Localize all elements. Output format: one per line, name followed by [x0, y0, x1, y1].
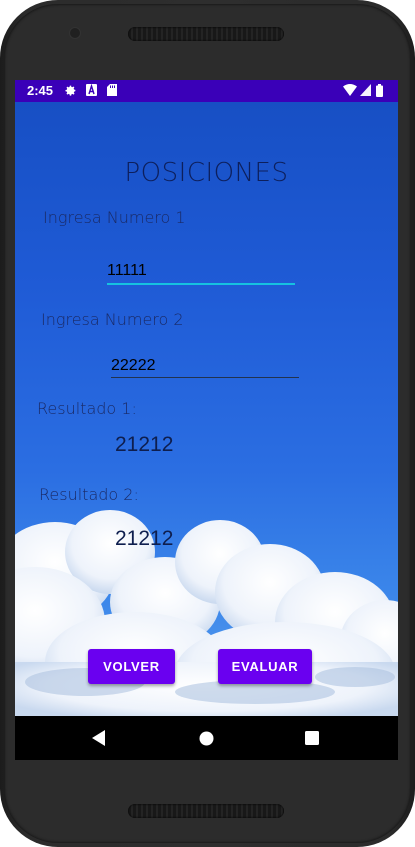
number1-input[interactable]: [107, 262, 295, 280]
back-icon[interactable]: [87, 726, 111, 750]
navigation-bar: [15, 716, 398, 760]
number1-underline: [107, 283, 295, 285]
top-speaker: [128, 27, 284, 41]
result2-label: Resultado 2:: [39, 485, 139, 504]
recents-icon[interactable]: [300, 726, 324, 750]
home-icon[interactable]: [194, 726, 218, 750]
result1-label: Resultado 1:: [37, 399, 137, 418]
number2-underline: [111, 377, 299, 378]
app-content: POSICIONES Ingresa Numero 1 Ingresa Nume…: [15, 102, 398, 716]
field1-label: Ingresa Numero 1: [43, 208, 186, 227]
page-title: POSICIONES: [124, 158, 289, 188]
sd-card-icon: [107, 84, 117, 99]
font-a-icon: [86, 83, 97, 99]
signal-icon: [360, 84, 371, 99]
result2-value: 21212: [115, 527, 174, 550]
bottom-speaker: [128, 804, 284, 818]
front-camera: [70, 28, 80, 38]
status-bar: 2:45: [15, 80, 398, 102]
number1-field[interactable]: [107, 260, 295, 285]
number2-field[interactable]: [111, 355, 299, 378]
result1-value: 21212: [115, 433, 174, 456]
evaluate-button[interactable]: EVALUAR: [218, 649, 312, 684]
phone-frame: 2:45 POSICIONES Ingresa Numero 1 11111 I…: [0, 0, 415, 847]
status-time: 2:45: [27, 83, 54, 98]
device-screen: 2:45 POSICIONES Ingresa Numero 1 11111 I…: [15, 80, 398, 760]
wifi-icon: [343, 84, 357, 99]
gear-icon: [64, 84, 77, 100]
back-button[interactable]: VOLVER: [88, 649, 175, 684]
field2-label: Ingresa Numero 2: [41, 310, 184, 329]
number2-input[interactable]: [111, 357, 299, 375]
battery-icon: [376, 84, 383, 100]
